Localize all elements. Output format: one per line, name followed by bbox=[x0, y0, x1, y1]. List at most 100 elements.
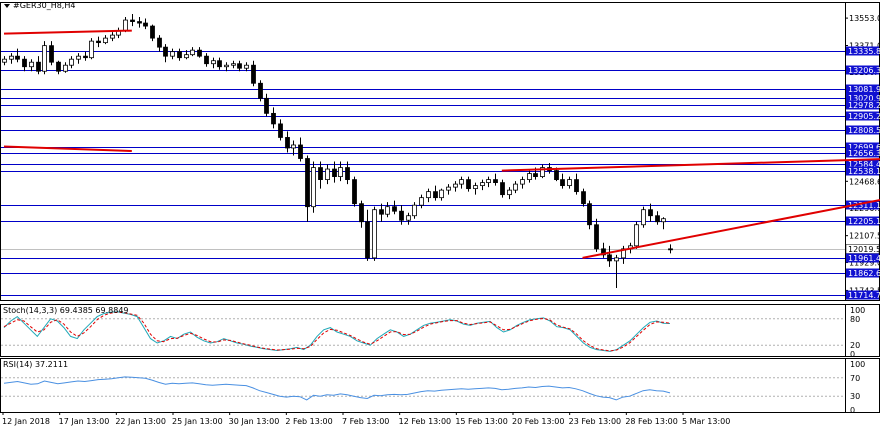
candle-body bbox=[581, 191, 586, 205]
candle-body bbox=[9, 55, 14, 60]
candle-body bbox=[419, 197, 424, 206]
level-label: 11961.4 bbox=[848, 254, 880, 263]
time-tick-label: 30 Jan 13:00 bbox=[229, 417, 280, 426]
price-pane-frame bbox=[0, 2, 880, 301]
candle-body bbox=[231, 63, 236, 66]
candle-body bbox=[473, 185, 478, 190]
chart-canvas[interactable]: 13553.013371.013196.412971.212809.712647… bbox=[0, 0, 880, 428]
candle-body bbox=[587, 203, 592, 226]
candle-body bbox=[359, 203, 364, 223]
rsi-level-label: 70 bbox=[850, 374, 860, 383]
candle-body bbox=[298, 144, 303, 159]
candle-body bbox=[305, 158, 310, 208]
candle-body bbox=[345, 167, 350, 180]
candle-body bbox=[83, 55, 88, 59]
time-tick-label: 5 Mar 13:00 bbox=[682, 417, 730, 426]
level-label: 13081.9 bbox=[848, 85, 880, 94]
candle-body bbox=[36, 61, 41, 72]
level-label: 12978.2 bbox=[848, 101, 880, 110]
level-label: 12019.5 bbox=[848, 245, 880, 254]
candle-body bbox=[614, 257, 619, 262]
candle-body bbox=[453, 183, 458, 188]
candle-body bbox=[332, 168, 337, 177]
candle-body bbox=[634, 224, 639, 247]
candle-body bbox=[204, 55, 209, 65]
time-tick-label: 12 Jan 2018 bbox=[2, 417, 50, 426]
stochastic-level-label: 80 bbox=[850, 315, 860, 324]
candle-body bbox=[56, 61, 61, 72]
candle-body bbox=[244, 64, 249, 69]
time-tick-label: 15 Feb 13:00 bbox=[455, 417, 507, 426]
candle-body bbox=[123, 19, 128, 31]
time-tick-label: 2 Feb 13:00 bbox=[285, 417, 332, 426]
candle-body bbox=[433, 191, 438, 199]
candle-body bbox=[211, 60, 216, 65]
candle-body bbox=[42, 45, 47, 72]
candle-body bbox=[507, 189, 512, 196]
candle-body bbox=[661, 218, 666, 223]
candle-body bbox=[96, 40, 101, 44]
level-label: 12808.5 bbox=[848, 126, 880, 135]
candle-body bbox=[184, 54, 189, 59]
stochastic-level-label: 20 bbox=[850, 341, 860, 350]
time-tick-label: 17 Jan 13:00 bbox=[59, 417, 110, 426]
candle-body bbox=[533, 173, 538, 177]
candle-body bbox=[157, 37, 162, 48]
candle-body bbox=[22, 58, 27, 68]
time-axis: 12 Jan 2018 17 Jan 13:00 22 Jan 13:00 25 Ja… bbox=[2, 412, 730, 426]
candle-body bbox=[486, 179, 491, 184]
candle-body bbox=[264, 97, 269, 114]
candle-body bbox=[69, 58, 74, 66]
level-label: 11714.7 bbox=[848, 291, 880, 300]
candle-body bbox=[446, 186, 451, 191]
candle-body bbox=[143, 22, 148, 27]
candle-body bbox=[365, 221, 370, 259]
candle-body bbox=[500, 182, 505, 196]
candle-body bbox=[392, 206, 397, 212]
candle-body bbox=[655, 215, 660, 223]
candle-body bbox=[399, 210, 404, 221]
candle-body bbox=[426, 191, 431, 199]
candle-body bbox=[63, 64, 68, 72]
candle-body bbox=[170, 51, 175, 57]
stochastic-frame bbox=[0, 304, 880, 357]
level-label: 13206.3 bbox=[848, 66, 880, 75]
candle-body bbox=[325, 168, 330, 180]
candle-body bbox=[217, 60, 222, 68]
level-label: 11862.6 bbox=[848, 269, 880, 278]
candle-body bbox=[439, 189, 444, 199]
stochastic-level-label: 0 bbox=[850, 350, 855, 359]
candle-body bbox=[668, 248, 673, 251]
candle-body bbox=[567, 179, 572, 187]
candle-body bbox=[338, 167, 343, 177]
stochastic-label: Stoch(14,3,3) 69.4385 69.8849 bbox=[3, 306, 129, 315]
candle-body bbox=[311, 167, 316, 208]
rsi-level-label: 100 bbox=[850, 360, 865, 369]
rsi-level-label: 0 bbox=[850, 406, 855, 415]
candle-body bbox=[459, 179, 464, 185]
rsi-frame bbox=[0, 358, 880, 413]
price-tick-label: 12468.6 bbox=[849, 177, 880, 186]
level-label: 12905.2 bbox=[848, 112, 880, 121]
candle-body bbox=[379, 209, 384, 215]
candle-body bbox=[641, 209, 646, 226]
candle-body bbox=[190, 49, 195, 56]
trend-line bbox=[582, 198, 880, 259]
time-tick-label: 20 Feb 13:00 bbox=[512, 417, 564, 426]
time-tick-label: 25 Jan 13:00 bbox=[172, 417, 223, 426]
candle-body bbox=[278, 123, 283, 138]
level-label: 13335.8 bbox=[848, 47, 880, 56]
candle-body bbox=[318, 167, 323, 180]
candle-body bbox=[177, 51, 182, 59]
candle-body bbox=[258, 82, 263, 99]
time-tick-label: 28 Feb 13:00 bbox=[625, 417, 677, 426]
level-label: 12538.1 bbox=[848, 167, 880, 176]
level-label: 12656.3 bbox=[848, 149, 880, 158]
trend-line bbox=[501, 158, 880, 172]
candle-body bbox=[291, 144, 296, 149]
candle-body bbox=[163, 46, 168, 57]
candle-body bbox=[271, 112, 276, 125]
candle-body bbox=[527, 173, 532, 180]
candle-body bbox=[352, 179, 357, 205]
candle-body bbox=[130, 19, 135, 22]
